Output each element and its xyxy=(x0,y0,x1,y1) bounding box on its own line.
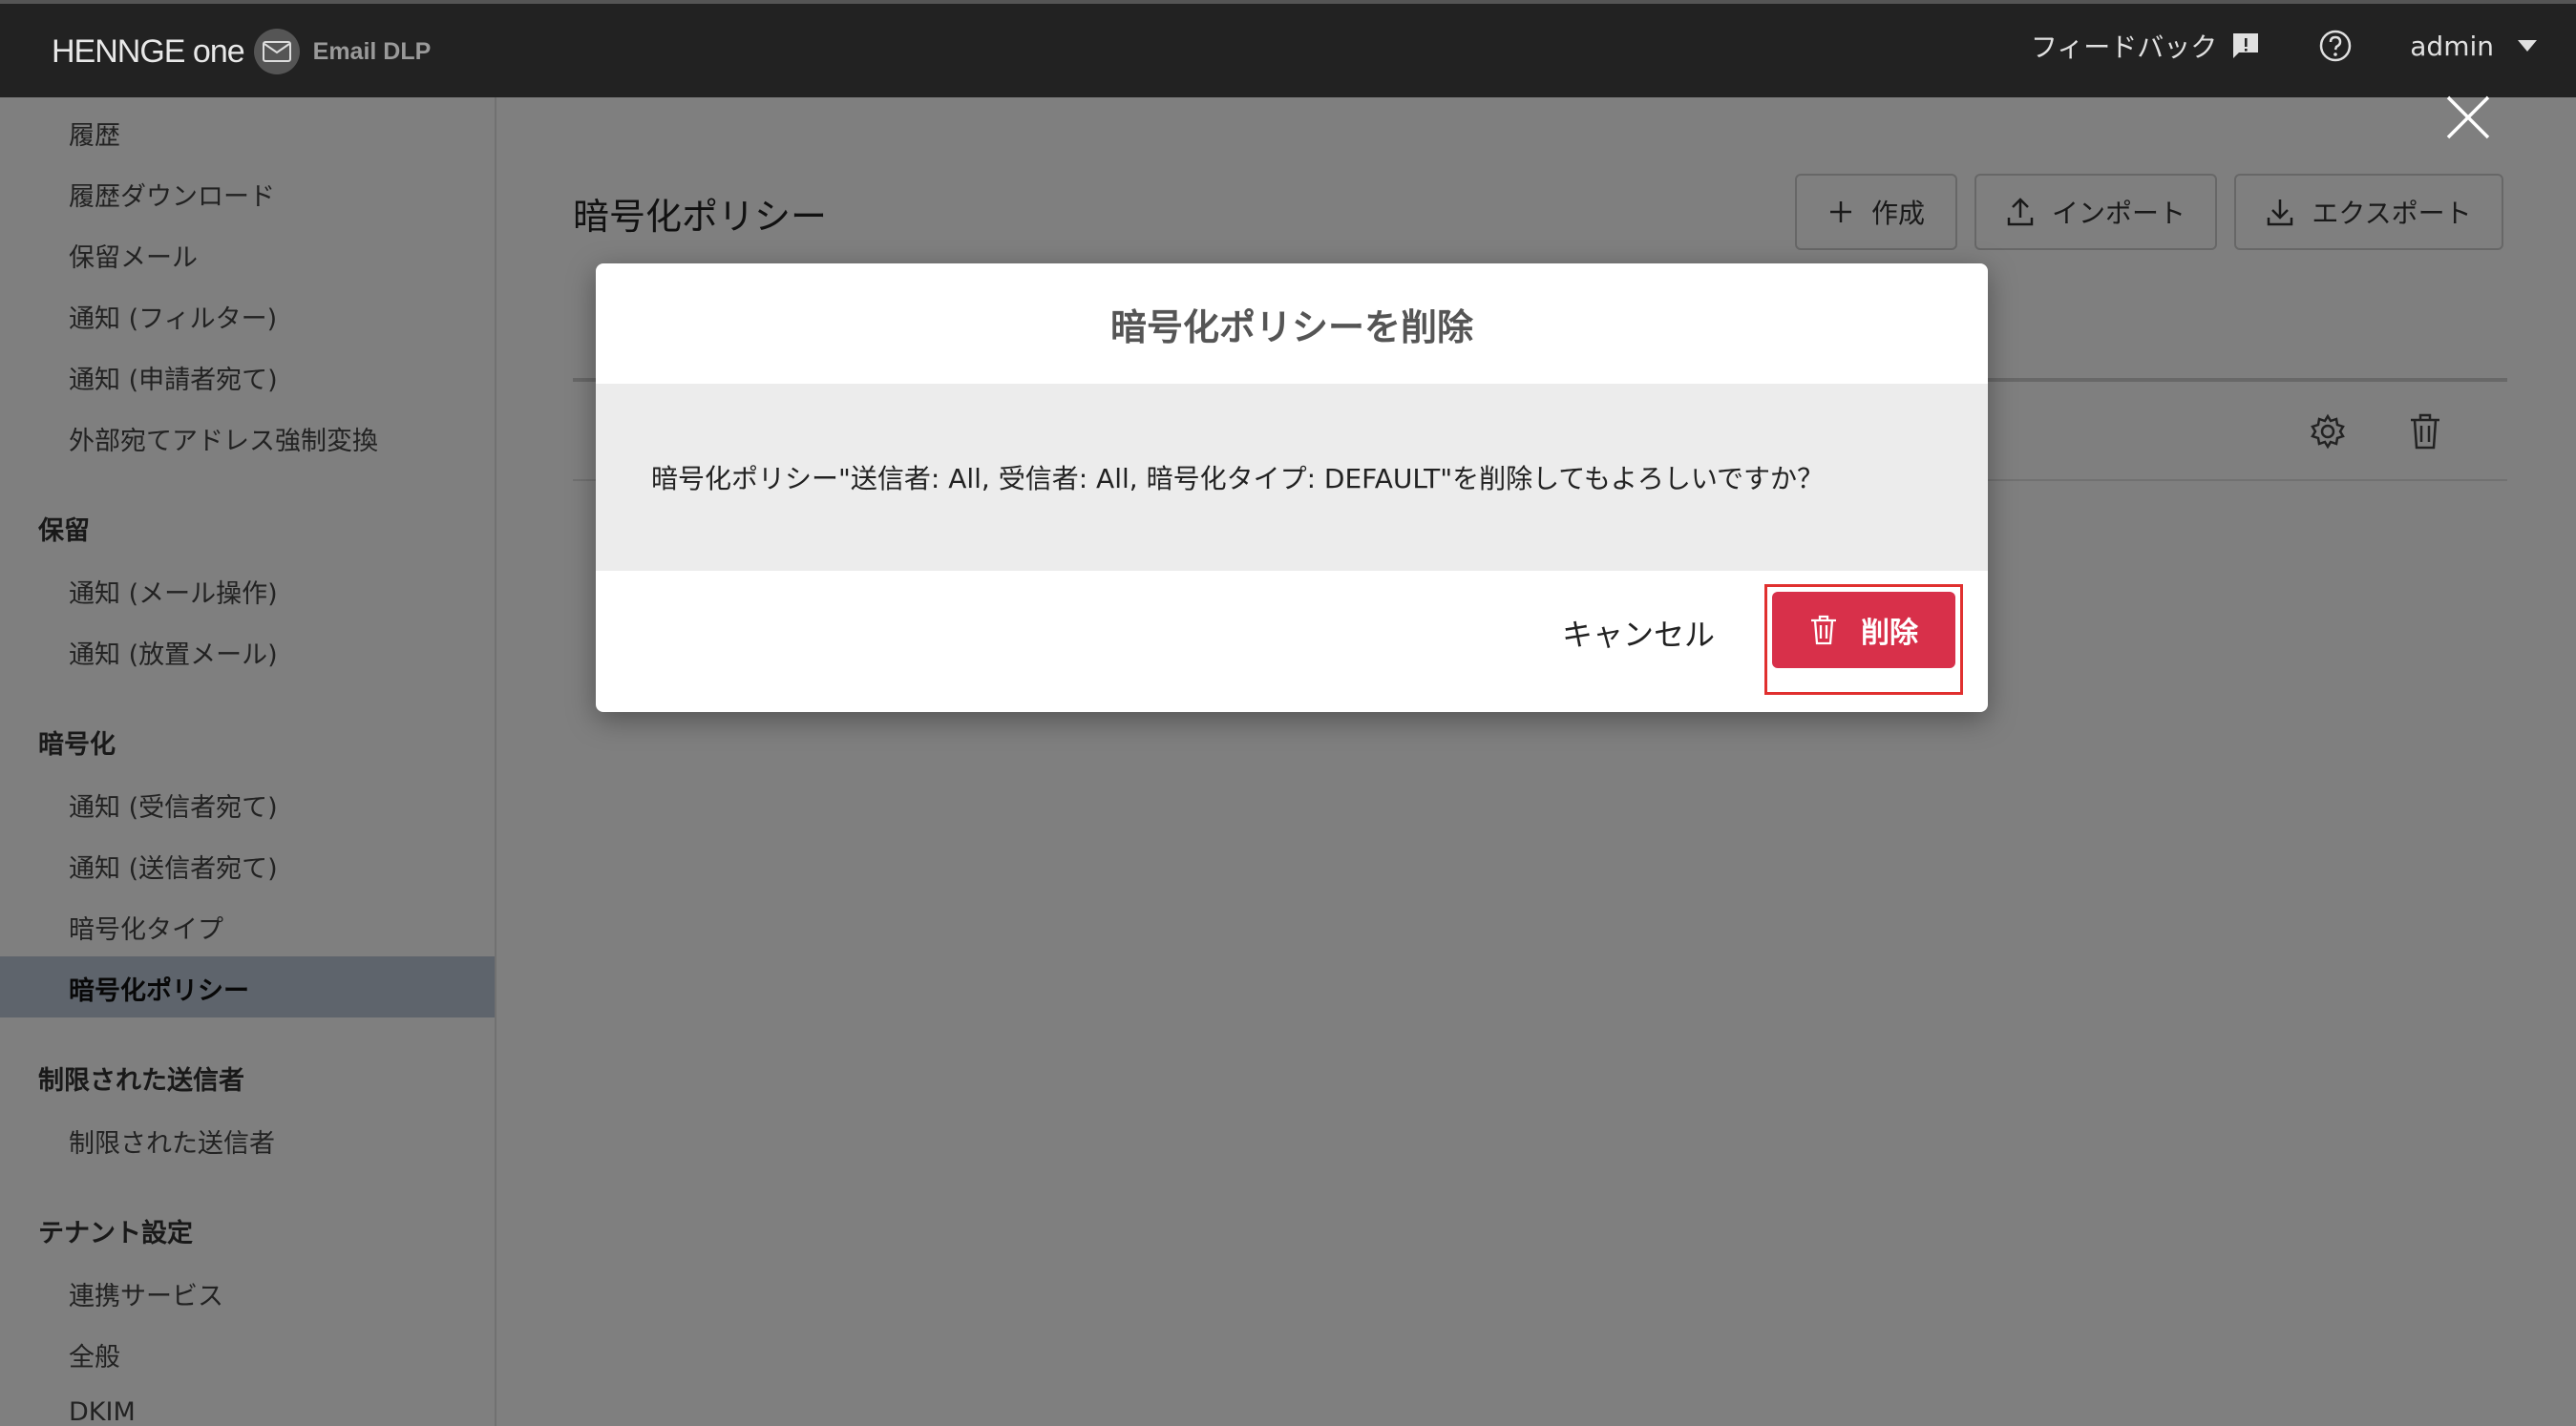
cancel-button[interactable]: キャンセル xyxy=(1562,611,1715,655)
feedback-link[interactable]: フィードバック xyxy=(2031,27,2261,65)
trash-icon xyxy=(1811,615,1836,645)
feedback-label: フィードバック xyxy=(2030,31,2218,63)
dialog-title: 暗号化ポリシーを削除 xyxy=(1109,305,1473,348)
dialog-message: 暗号化ポリシー"送信者: All, 受信者: All, 暗号化タイプ: DEFA… xyxy=(596,384,1988,571)
help-button[interactable] xyxy=(2318,29,2353,63)
mail-icon xyxy=(253,29,300,74)
help-icon xyxy=(2320,30,2352,62)
feedback-icon xyxy=(2233,33,2259,58)
modal-close-icon[interactable] xyxy=(2444,94,2492,141)
user-name: admin xyxy=(2410,30,2494,62)
product-name: Email DLP xyxy=(312,37,432,65)
user-menu[interactable]: admin xyxy=(2410,31,2538,62)
delete-policy-dialog: 暗号化ポリシーを削除 暗号化ポリシー"送信者: All, 受信者: All, 暗… xyxy=(596,263,1988,712)
delete-label: 削除 xyxy=(1861,618,1918,649)
app-logo[interactable]: HENNGE one Email DLP xyxy=(52,29,431,74)
delete-button[interactable]: 削除 xyxy=(1772,592,1955,668)
dialog-footer: キャンセル 削除 xyxy=(596,571,1988,712)
logo-text: HENNGE one xyxy=(52,32,245,70)
caret-down-icon xyxy=(2518,40,2537,52)
top-bar: HENNGE one Email DLP フィードバック admin xyxy=(0,0,2576,97)
